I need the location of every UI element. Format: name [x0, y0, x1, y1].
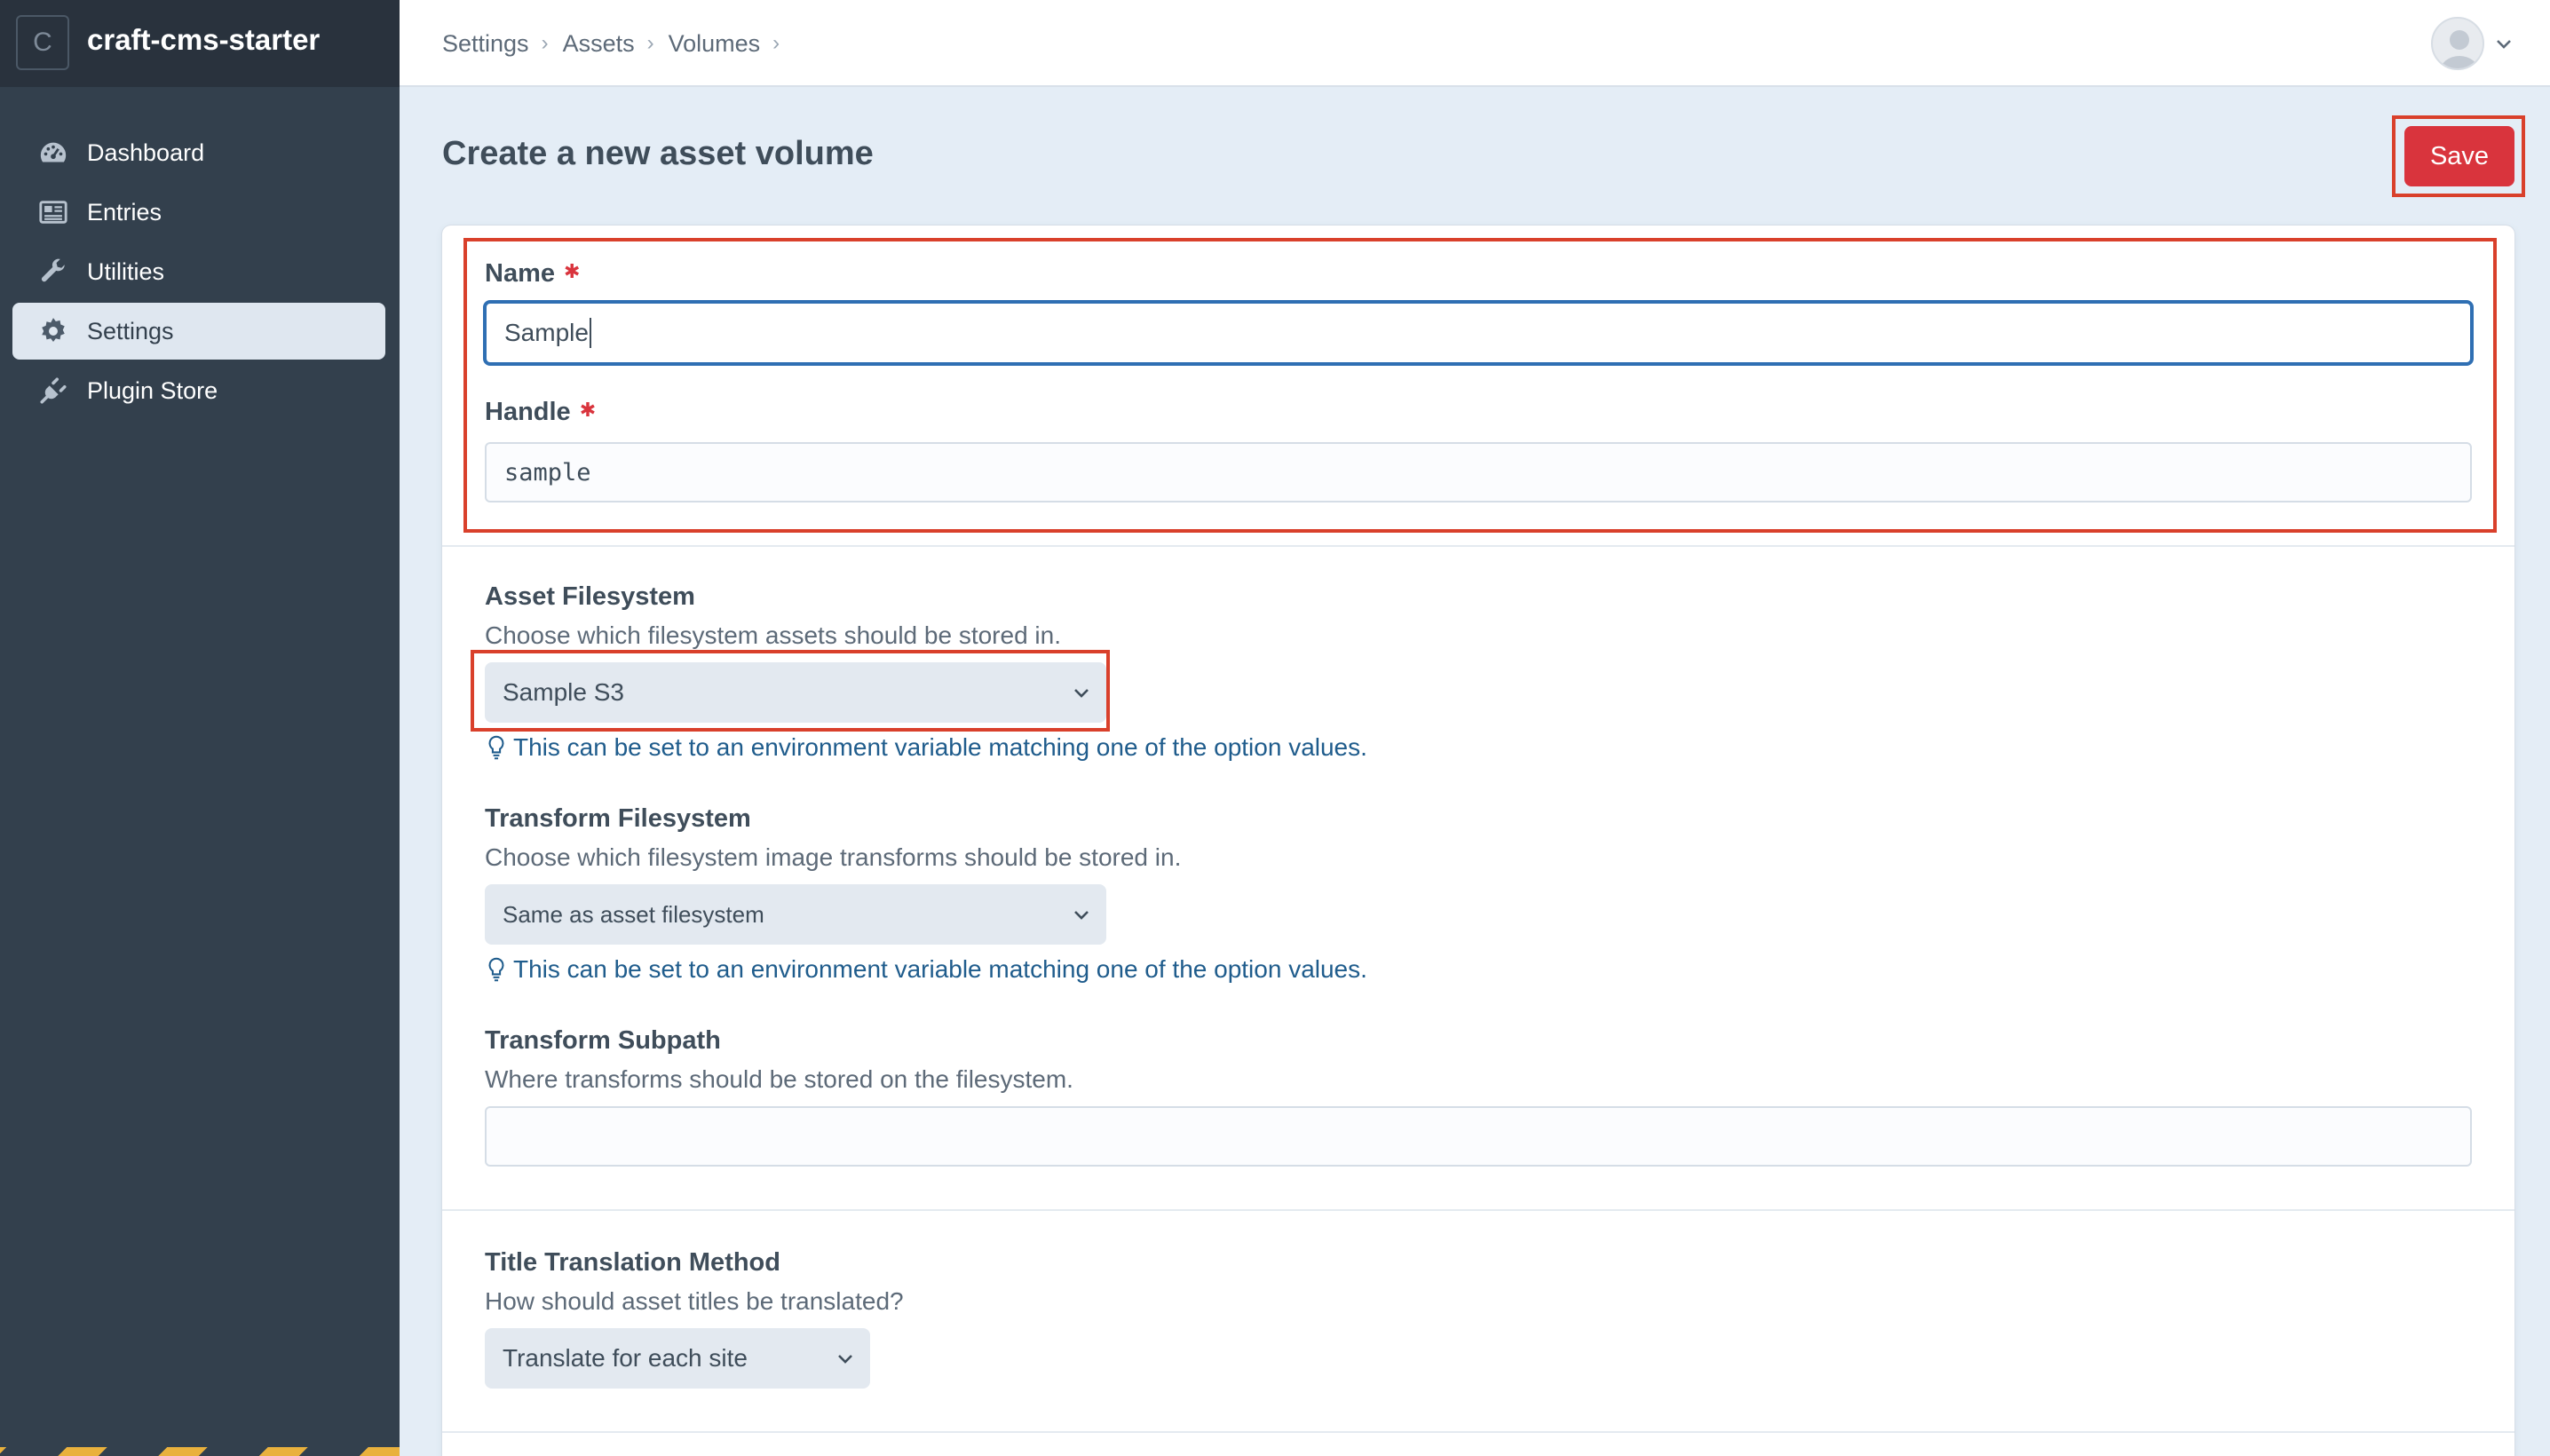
chevron-down-icon [1074, 689, 1089, 698]
section-divider [442, 1209, 2514, 1211]
breadcrumb-item-assets[interactable]: Assets [563, 30, 635, 58]
wrench-icon [37, 256, 69, 288]
top-bar: Settings › Assets › Volumes › [400, 0, 2550, 87]
title-translation-label: Title Translation Method [485, 1248, 780, 1277]
site-name[interactable]: craft-cms-starter [87, 23, 320, 57]
breadcrumb: Settings › Assets › Volumes › [442, 0, 794, 87]
volume-settings-card: Name ✱ Sample Handle ✱ sample Asset Filesy… [442, 226, 2514, 1456]
user-silhouette-icon [2440, 30, 2479, 68]
nav-label: Entries [87, 198, 162, 226]
nav-label: Utilities [87, 257, 165, 285]
site-header[interactable]: C craft-cms-starter [0, 0, 400, 87]
transform-filesystem-instructions: Choose which filesystem image transforms… [485, 843, 1182, 871]
breadcrumb-item-settings[interactable]: Settings [442, 30, 529, 58]
lightbulb-icon [488, 957, 504, 982]
page-title: Create a new asset volume [442, 135, 874, 172]
asset-filesystem-select[interactable]: Sample S3 [485, 662, 1106, 723]
gear-icon [37, 315, 69, 347]
breadcrumb-item-volumes[interactable]: Volumes [669, 30, 761, 58]
env-var-tip: This can be set to an environment variab… [487, 955, 1367, 984]
required-asterisk: ✱ [564, 260, 581, 282]
plug-icon [37, 375, 69, 407]
nav-label: Dashboard [87, 138, 205, 166]
lightbulb-icon [488, 735, 504, 760]
transform-filesystem-select[interactable]: Same as asset filesystem [485, 884, 1106, 945]
nav-item-utilities[interactable]: Utilities [12, 243, 385, 300]
title-translation-instructions: How should asset titles be translated? [485, 1287, 904, 1315]
transform-subpath-input[interactable] [485, 1106, 2472, 1167]
env-var-tip: This can be set to an environment variab… [487, 733, 1367, 762]
chevron-right-icon: › [646, 31, 654, 55]
chevron-down-icon [838, 1355, 852, 1364]
nav-item-entries[interactable]: Entries [12, 184, 385, 241]
section-divider [442, 1431, 2514, 1433]
transform-subpath-instructions: Where transforms should be stored on the… [485, 1065, 1073, 1093]
dev-mode-stripe [0, 1447, 400, 1456]
name-input[interactable]: Sample [483, 300, 2474, 366]
nav-label: Plugin Store [87, 376, 218, 404]
asset-filesystem-instructions: Choose which filesystem assets should be… [485, 621, 1061, 649]
handle-input[interactable]: sample [485, 442, 2472, 502]
newspaper-icon [37, 196, 69, 228]
transform-subpath-label: Transform Subpath [485, 1026, 721, 1055]
avatar[interactable] [2431, 17, 2484, 70]
nav-label: Settings [87, 317, 174, 344]
save-button[interactable]: Save [2404, 126, 2514, 186]
required-asterisk: ✱ [579, 399, 597, 421]
nav-item-plugin-store[interactable]: Plugin Store [12, 362, 385, 419]
chevron-down-icon [2497, 40, 2511, 49]
asset-filesystem-label: Asset Filesystem [485, 582, 695, 611]
handle-label: Handle ✱ [485, 398, 597, 426]
nav-item-dashboard[interactable]: Dashboard [12, 124, 385, 181]
name-label: Name ✱ [485, 259, 581, 288]
chevron-right-icon: › [541, 31, 549, 55]
title-translation-select[interactable]: Translate for each site [485, 1328, 870, 1389]
section-divider [442, 545, 2514, 547]
text-caret [589, 318, 591, 348]
user-menu[interactable] [2431, 16, 2514, 71]
main-nav: Dashboard Entries Utilities Settings Plu… [12, 124, 385, 422]
gauge-icon [37, 137, 69, 169]
chevron-down-icon [1074, 911, 1089, 920]
site-icon: C [16, 15, 69, 70]
transform-filesystem-label: Transform Filesystem [485, 804, 751, 833]
sidebar: C craft-cms-starter Dashboard Entries Ut… [0, 0, 400, 1456]
chevron-right-icon: › [772, 31, 780, 55]
nav-item-settings[interactable]: Settings [12, 303, 385, 360]
